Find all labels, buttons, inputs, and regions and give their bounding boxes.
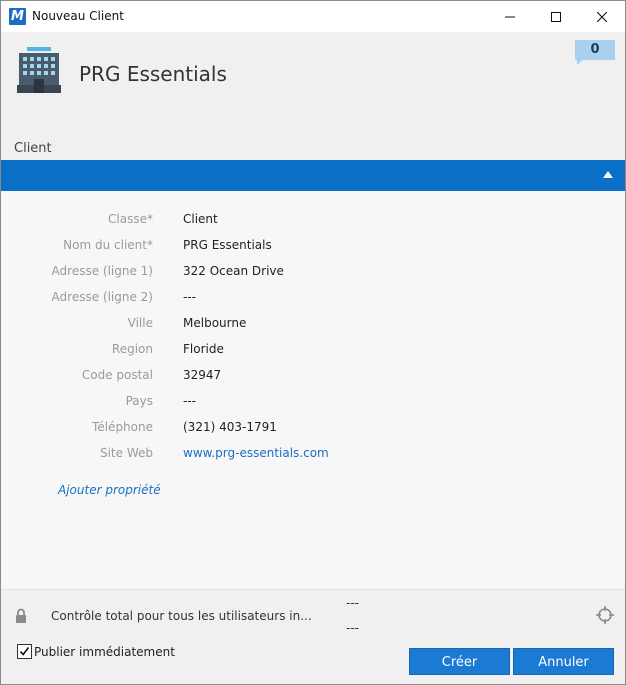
field-row-site-web: Site Web www.prg-essentials.com [1, 444, 625, 464]
field-value-nom[interactable]: PRG Essentials [183, 238, 272, 252]
field-value-adresse2[interactable]: --- [183, 290, 196, 304]
field-label: Classe* [108, 212, 153, 226]
minimize-icon [505, 16, 515, 17]
field-row-classe: Classe* Client [1, 210, 625, 230]
cancel-button[interactable]: Annuler [513, 648, 614, 675]
target-icon[interactable] [596, 606, 614, 624]
checkbox-check-icon [19, 647, 30, 656]
collapse-up-icon[interactable] [603, 171, 613, 178]
publish-label[interactable]: Publier immédiatement [34, 645, 175, 659]
field-row-telephone: Téléphone (321) 403-1791 [1, 418, 625, 438]
section-bar[interactable] [1, 160, 625, 191]
field-row-pays: Pays --- [1, 392, 625, 412]
title-bar: M Nouveau Client [1, 1, 625, 32]
field-row-code-postal: Code postal 32947 [1, 366, 625, 386]
maximize-icon [551, 11, 561, 22]
field-value-region[interactable]: Floride [183, 342, 224, 356]
comment-count-badge[interactable]: 0 [575, 40, 615, 60]
create-button[interactable]: Créer [409, 648, 510, 675]
field-value-code-postal[interactable]: 32947 [183, 368, 221, 382]
field-label: Téléphone [92, 420, 153, 434]
field-row-ville: Ville Melbourne [1, 314, 625, 334]
dialog-footer: Publier immédiatement Créer Annuler [1, 639, 625, 684]
record-header: PRG Essentials 0 Client [1, 32, 625, 160]
new-client-window: M Nouveau Client PRG Essentials 0 Client… [0, 0, 626, 685]
publish-checkbox[interactable] [17, 644, 32, 659]
field-label: Pays [125, 394, 153, 408]
window-title: Nouveau Client [32, 9, 124, 23]
minimize-button[interactable] [487, 1, 533, 32]
permissions-value-2: --- [346, 621, 359, 635]
field-label: Ville [127, 316, 153, 330]
field-row-nom: Nom du client* PRG Essentials [1, 236, 625, 256]
field-row-adresse1: Adresse (ligne 1) 322 Ocean Drive [1, 262, 625, 282]
app-logo-icon: M [9, 8, 26, 25]
close-icon [597, 11, 607, 22]
field-value-pays[interactable]: --- [183, 394, 196, 408]
field-value-telephone[interactable]: (321) 403-1791 [183, 420, 277, 434]
building-icon [17, 47, 61, 93]
field-label: Nom du client* [63, 238, 153, 252]
field-value-classe[interactable]: Client [183, 212, 218, 226]
field-label: Adresse (ligne 2) [51, 290, 153, 304]
close-button[interactable] [579, 1, 625, 32]
client-name-heading: PRG Essentials [79, 62, 227, 86]
comment-icon [577, 59, 584, 65]
maximize-button[interactable] [533, 1, 579, 32]
lock-icon[interactable] [15, 608, 27, 623]
field-label: Region [111, 342, 153, 356]
add-property-link[interactable]: Ajouter propriété [58, 483, 161, 497]
field-label: Site Web [99, 446, 153, 460]
permissions-text[interactable]: Contrôle total pour tous les utilisateur… [51, 609, 312, 623]
tab-client[interactable]: Client [14, 141, 52, 156]
field-label: Code postal [81, 368, 153, 382]
field-value-adresse1[interactable]: 322 Ocean Drive [183, 264, 284, 278]
client-form: Classe* Client Nom du client* PRG Essent… [1, 191, 625, 589]
field-row-region: Region Floride [1, 340, 625, 360]
permissions-value-1: --- [346, 596, 359, 610]
field-value-ville[interactable]: Melbourne [183, 316, 246, 330]
permissions-bar: Contrôle total pour tous les utilisateur… [1, 589, 625, 639]
field-label: Adresse (ligne 1) [51, 264, 153, 278]
website-link[interactable]: www.prg-essentials.com [183, 446, 329, 460]
field-row-adresse2: Adresse (ligne 2) --- [1, 288, 625, 308]
